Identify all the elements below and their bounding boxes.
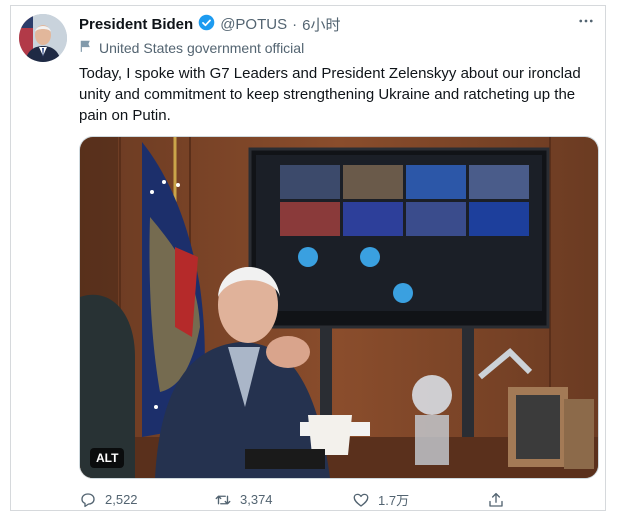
retweet-icon [214,491,232,509]
reply-button[interactable]: 2,522 [79,491,214,509]
avatar-portrait [19,14,67,62]
retweet-count: 3,374 [240,492,273,507]
reply-icon [79,491,97,509]
tweet-header: President Biden @POTUS · 6小时 [79,14,340,35]
heart-icon [352,491,370,509]
timestamp[interactable]: 6小时 [302,14,340,35]
government-label[interactable]: United States government official [79,39,304,56]
share-button[interactable] [487,491,505,509]
reply-count: 2,522 [105,492,138,507]
retweet-button[interactable]: 3,374 [214,491,352,509]
verified-badge-icon [198,14,215,35]
display-name[interactable]: President Biden [79,16,193,33]
tweet-photo[interactable]: ALT [79,136,599,479]
like-button[interactable]: 1.7万 [352,490,487,509]
more-dots-icon[interactable] [577,12,595,35]
share-icon [487,491,505,509]
avatar[interactable] [19,14,67,62]
government-label-text: United States government official [99,39,305,56]
photo-image [80,137,598,478]
like-count: 1.7万 [378,493,410,508]
action-bar: 2,522 3,374 1.7万 [79,490,579,509]
tweet-card: President Biden @POTUS · 6小时 United Stat… [10,5,606,511]
flag-icon [79,39,93,56]
handle[interactable]: @POTUS [220,16,287,33]
tweet-text: Today, I spoke with G7 Leaders and Presi… [79,65,581,124]
alt-badge[interactable]: ALT [90,448,125,468]
separator-dot: · [292,16,298,33]
